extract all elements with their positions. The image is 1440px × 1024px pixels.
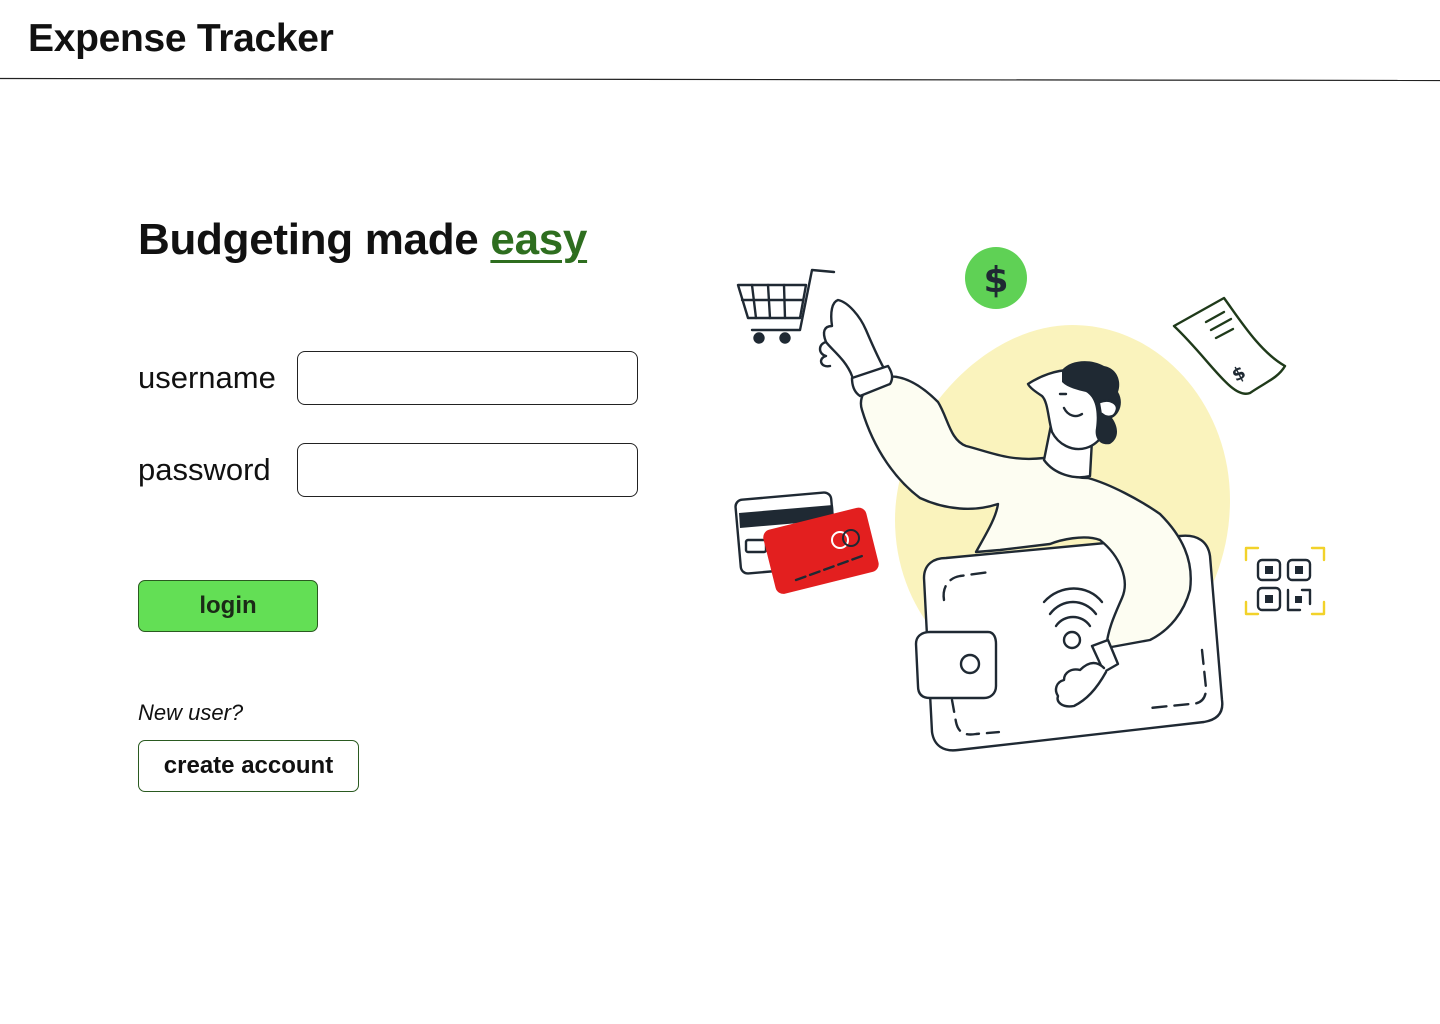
credit-cards-icon [734,491,879,594]
username-label: username [138,360,276,395]
password-label: password [138,452,271,487]
username-input[interactable] [297,351,638,405]
create-account-button[interactable]: create account [138,740,359,792]
hero-heading-prefix: Budgeting made [138,215,491,264]
hero-heading: Budgeting made easy [138,214,587,267]
receipt-icon: $ [1172,296,1287,395]
dollar-coin-icon: $ [965,247,1027,309]
shopping-cart-icon [736,268,836,344]
hero-heading-accent: easy [490,215,588,264]
header-divider [0,77,1440,82]
svg-text:$: $ [983,260,1008,301]
password-input[interactable] [297,443,638,497]
app-header: Expense Tracker [0,0,1440,82]
qr-code-icon [1244,546,1326,616]
login-button[interactable]: login [138,580,318,632]
new-user-prompt: New user? [138,700,244,725]
budget-illustration: $ $ [734,247,1326,752]
